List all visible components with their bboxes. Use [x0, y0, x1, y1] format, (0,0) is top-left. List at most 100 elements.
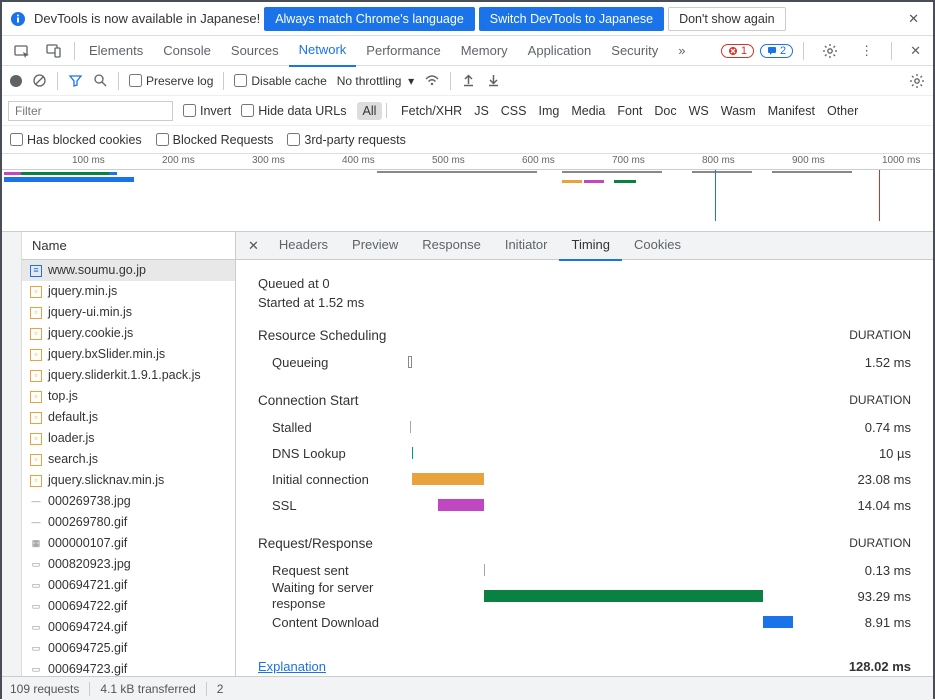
request-row[interactable]: ≡www.soumu.go.jp	[22, 260, 235, 281]
request-row[interactable]: ▦000000107.gif	[22, 533, 235, 554]
blocked-cookies-checkbox[interactable]: Has blocked cookies	[10, 133, 142, 147]
request-row[interactable]: ▭000694725.gif	[22, 638, 235, 659]
request-row[interactable]: —000269780.gif	[22, 512, 235, 533]
tab-more[interactable]: »	[668, 36, 695, 66]
request-row[interactable]: ▫jquery.bxSlider.min.js	[22, 344, 235, 365]
request-row[interactable]: —000269738.jpg	[22, 491, 235, 512]
third-party-checkbox[interactable]: 3rd-party requests	[287, 133, 405, 147]
detail-tab-timing[interactable]: Timing	[559, 232, 622, 261]
timing-bar	[410, 421, 411, 433]
tab-network[interactable]: Network	[289, 35, 357, 67]
message-badge[interactable]: 2	[760, 44, 793, 58]
type-filter-manifest[interactable]: Manifest	[762, 102, 821, 120]
request-row[interactable]: ▭000694722.gif	[22, 596, 235, 617]
image-icon: ▭	[30, 580, 42, 592]
blocked-requests-checkbox[interactable]: Blocked Requests	[156, 133, 274, 147]
explanation-link[interactable]: Explanation	[258, 659, 326, 674]
switch-japanese-button[interactable]: Switch DevTools to Japanese	[479, 7, 664, 31]
type-filter-doc[interactable]: Doc	[648, 102, 682, 120]
wifi-icon[interactable]	[424, 73, 440, 89]
upload-icon[interactable]	[461, 73, 476, 88]
request-name: jquery.sliderkit.1.9.1.pack.js	[48, 365, 201, 386]
hide-data-urls-checkbox[interactable]: Hide data URLs	[241, 104, 346, 118]
type-filter-img[interactable]: Img	[532, 102, 565, 120]
detail-tab-response[interactable]: Response	[410, 232, 493, 261]
always-match-button[interactable]: Always match Chrome's language	[264, 7, 475, 31]
preserve-log-checkbox[interactable]: Preserve log	[129, 74, 213, 88]
filter-row-2: Has blocked cookies Blocked Requests 3rd…	[2, 126, 933, 154]
request-row[interactable]: ▫search.js	[22, 449, 235, 470]
timing-value: 14.04 ms	[831, 498, 911, 513]
request-row[interactable]: ▫jquery.cookie.js	[22, 323, 235, 344]
ruler-tick: 600 ms	[522, 155, 555, 166]
detail-tab-cookies[interactable]: Cookies	[622, 232, 693, 261]
request-row[interactable]: ▫jquery.sliderkit.1.9.1.pack.js	[22, 365, 235, 386]
request-name: default.js	[48, 407, 98, 428]
request-row[interactable]: ▫jquery-ui.min.js	[22, 302, 235, 323]
kebab-icon[interactable]: ⋮	[852, 43, 881, 59]
type-filter-font[interactable]: Font	[611, 102, 648, 120]
tab-sources[interactable]: Sources	[221, 36, 289, 66]
type-filter-fetch-xhr[interactable]: Fetch/XHR	[395, 102, 468, 120]
detail-tab-headers[interactable]: Headers	[267, 232, 340, 261]
filter-input[interactable]	[8, 101, 173, 121]
type-filter-other[interactable]: Other	[821, 102, 864, 120]
close-banner-icon[interactable]: ✕	[902, 11, 925, 27]
disable-cache-checkbox[interactable]: Disable cache	[234, 74, 326, 88]
search-icon[interactable]	[93, 73, 108, 88]
type-filter-all[interactable]: All	[357, 102, 383, 120]
timing-row: Content Download8.91 ms	[258, 609, 911, 635]
close-detail-icon[interactable]: ✕	[240, 238, 267, 254]
request-row[interactable]: ▭000820923.jpg	[22, 554, 235, 575]
tab-security[interactable]: Security	[601, 36, 668, 66]
dont-show-button[interactable]: Don't show again	[668, 7, 786, 31]
request-row[interactable]: ▫jquery.min.js	[22, 281, 235, 302]
main-area: Name ≡www.soumu.go.jp▫jquery.min.js▫jque…	[2, 232, 933, 676]
script-icon: ▫	[30, 307, 42, 319]
status-bar: 109 requests 4.1 kB transferred 2	[2, 676, 933, 700]
device-icon[interactable]	[38, 43, 70, 59]
request-name: top.js	[48, 386, 78, 407]
request-row[interactable]: ▭000694724.gif	[22, 617, 235, 638]
tab-console[interactable]: Console	[153, 36, 221, 66]
type-filter-media[interactable]: Media	[565, 102, 611, 120]
clear-icon[interactable]	[32, 73, 47, 88]
request-row[interactable]: ▫jquery.slicknav.min.js	[22, 470, 235, 491]
language-banner: DevTools is now available in Japanese! A…	[2, 2, 933, 36]
settings-gear-icon[interactable]	[909, 73, 925, 89]
detail-tab-initiator[interactable]: Initiator	[493, 232, 560, 261]
close-devtools-icon[interactable]: ✕	[902, 43, 929, 59]
name-column-header[interactable]: Name	[22, 232, 235, 260]
timing-label: Waiting for server response	[258, 580, 408, 611]
type-filter-wasm[interactable]: Wasm	[715, 102, 762, 120]
request-row[interactable]: ▭000694721.gif	[22, 575, 235, 596]
tab-memory[interactable]: Memory	[451, 36, 518, 66]
tab-elements[interactable]: Elements	[79, 36, 153, 66]
left-gutter	[2, 232, 22, 676]
request-row[interactable]: ▫top.js	[22, 386, 235, 407]
inspect-icon[interactable]	[6, 43, 38, 59]
throttling-select[interactable]: No throttling ▾	[337, 74, 414, 88]
timing-label: Content Download	[258, 615, 408, 630]
request-row[interactable]: ▫default.js	[22, 407, 235, 428]
section-title: Request/Response	[258, 536, 373, 551]
filter-icon[interactable]	[68, 73, 83, 88]
detail-tab-preview[interactable]: Preview	[340, 232, 410, 261]
record-icon[interactable]	[10, 75, 22, 87]
download-icon[interactable]	[486, 73, 501, 88]
type-filter-ws[interactable]: WS	[683, 102, 715, 120]
name-column: Name ≡www.soumu.go.jp▫jquery.min.js▫jque…	[22, 232, 236, 676]
settings-icon[interactable]	[814, 43, 846, 59]
invert-checkbox[interactable]: Invert	[183, 104, 231, 118]
request-row[interactable]: ▭000694723.gif	[22, 659, 235, 676]
type-filter-js[interactable]: JS	[468, 102, 495, 120]
error-badge[interactable]: 1	[721, 44, 754, 58]
request-row[interactable]: ▫loader.js	[22, 428, 235, 449]
status-transferred: 4.1 kB transferred	[100, 682, 206, 696]
timeline-overview[interactable]	[2, 170, 933, 232]
tab-application[interactable]: Application	[518, 36, 602, 66]
detail-tabs: ✕ HeadersPreviewResponseInitiatorTimingC…	[236, 232, 933, 260]
type-filter-css[interactable]: CSS	[495, 102, 533, 120]
tab-performance[interactable]: Performance	[356, 36, 450, 66]
total-time: 128.02 ms	[849, 659, 911, 674]
